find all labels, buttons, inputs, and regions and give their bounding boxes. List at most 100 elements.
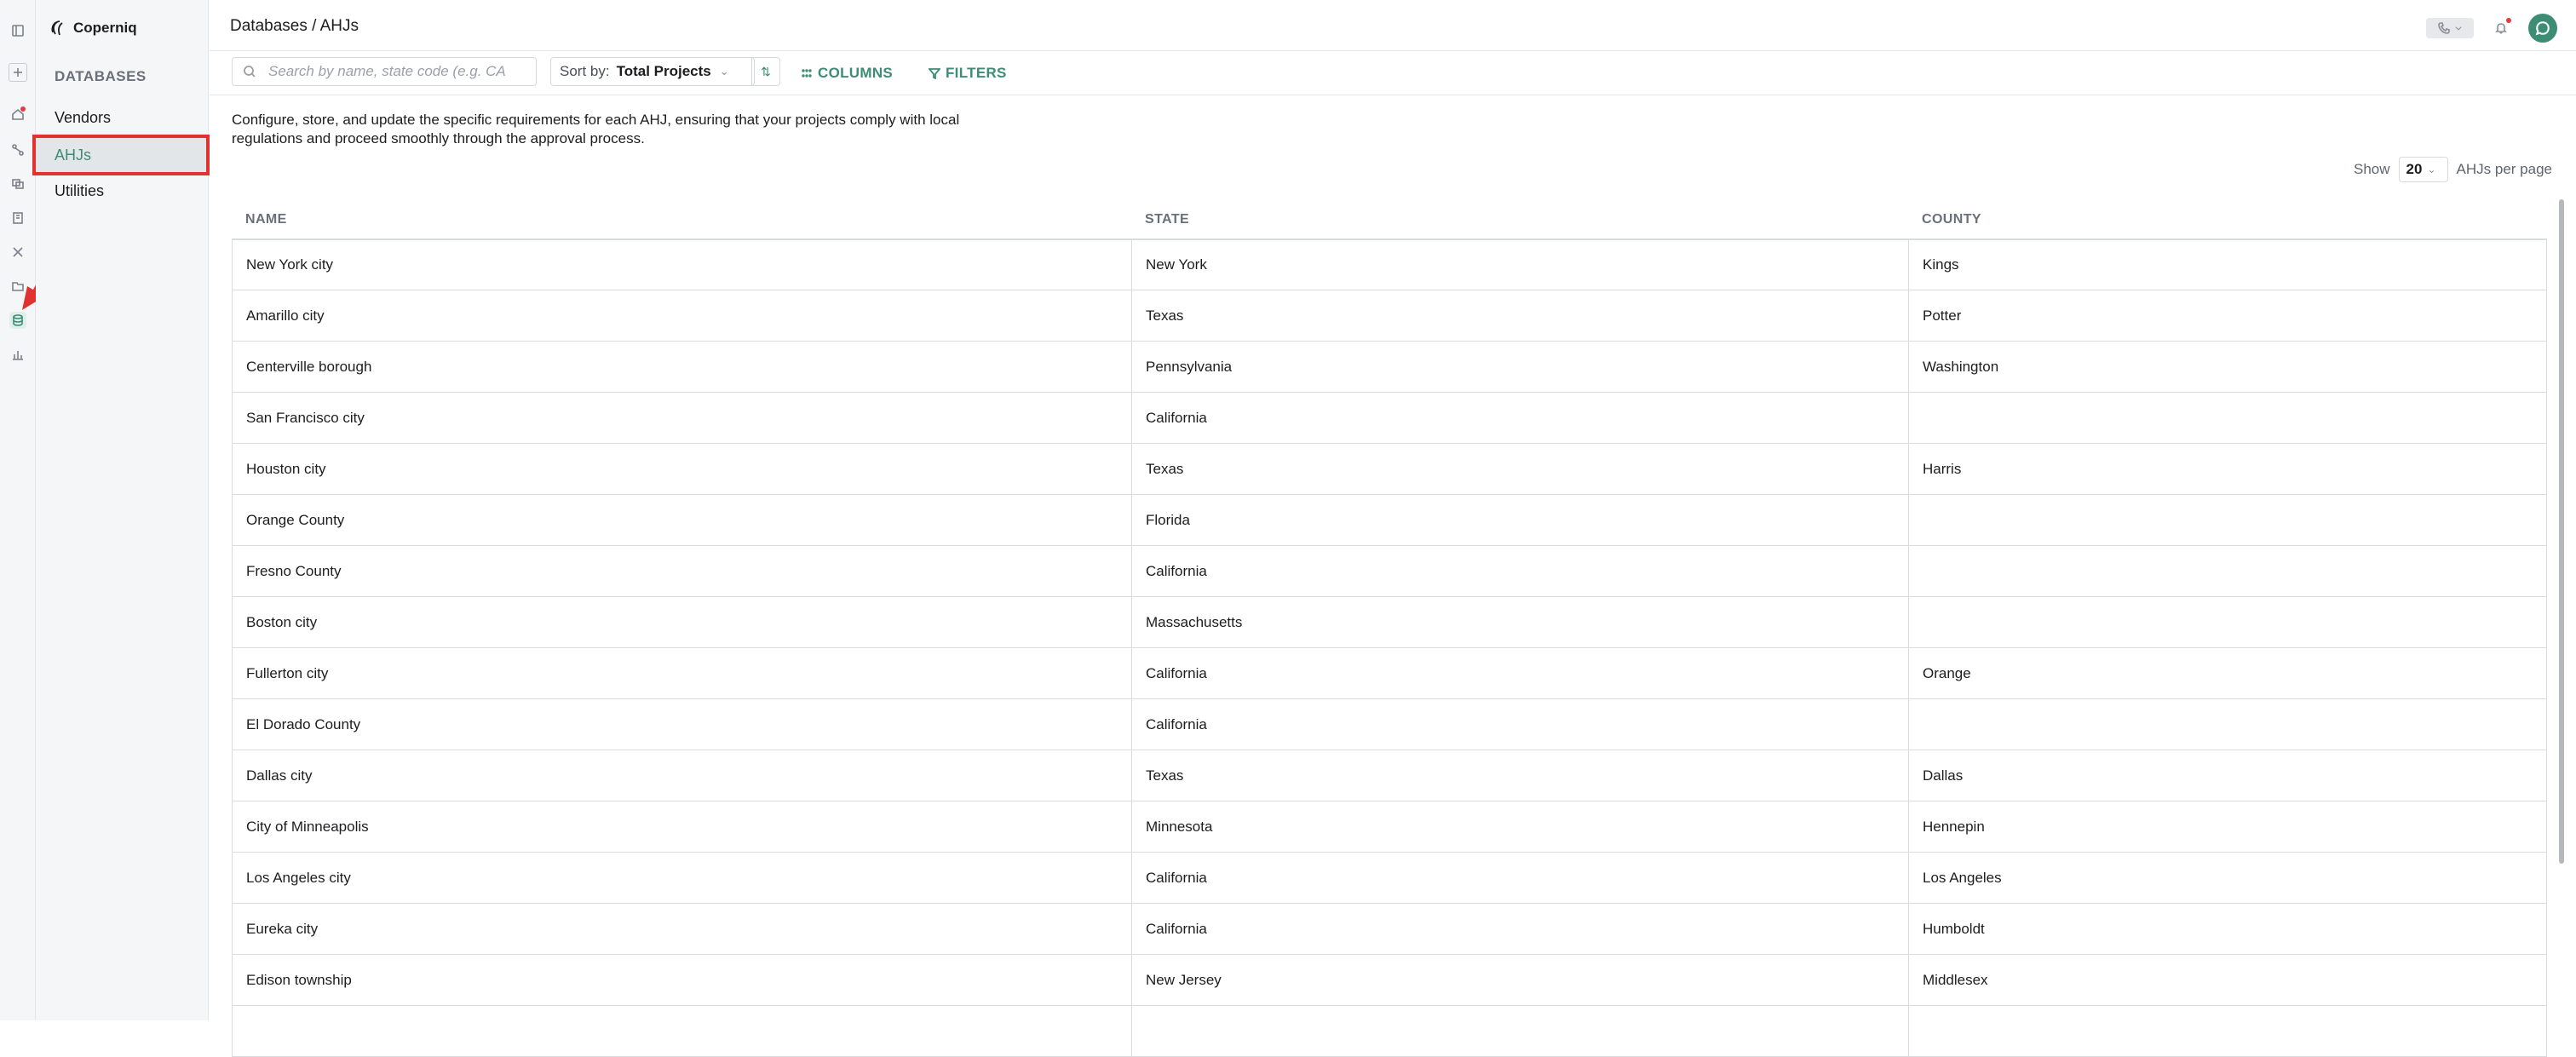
collapse-sidebar-icon[interactable]: [9, 22, 26, 39]
pagination-control: Show 20 ⌄ AHJs per page: [2354, 157, 2552, 182]
filters-button[interactable]: FILTERS: [929, 65, 1007, 82]
cell-state: California: [1132, 393, 1909, 443]
cell-name: Amarillo city: [233, 290, 1132, 341]
sort-label: Sort by:: [560, 63, 610, 79]
search-icon: [244, 66, 256, 78]
cell-name: Fullerton city: [233, 648, 1132, 698]
filter-icon: [929, 68, 940, 79]
app-name: Coperniq: [73, 20, 137, 36]
table-row[interactable]: Los Angeles city California Los Angeles: [232, 853, 2547, 904]
cell-state: Minnesota: [1132, 801, 1909, 852]
table-row[interactable]: El Dorado County California: [232, 699, 2547, 750]
add-icon[interactable]: [9, 63, 27, 82]
logo-icon: [51, 20, 63, 36]
avatar[interactable]: [2528, 14, 2557, 43]
table-row[interactable]: Orange County Florida: [232, 495, 2547, 546]
cell-county: [1909, 495, 2546, 545]
home-icon[interactable]: [9, 106, 26, 123]
building-icon[interactable]: [9, 210, 26, 227]
cell-name: Fresno County: [233, 546, 1132, 596]
cell-state: Florida: [1132, 495, 1909, 545]
sort-direction-button[interactable]: ⇅: [751, 57, 780, 86]
search-input[interactable]: [267, 62, 531, 81]
table-row[interactable]: Eureka city California Humboldt: [232, 904, 2547, 955]
table-row[interactable]: San Francisco city California: [232, 393, 2547, 444]
show-label: Show: [2354, 161, 2390, 177]
cell-county: [1909, 699, 2546, 750]
phone-menu-button[interactable]: [2426, 18, 2474, 38]
cell-state: Pennsylvania: [1132, 342, 1909, 392]
table-row[interactable]: Fullerton city California Orange: [232, 648, 2547, 699]
cell-county: [1909, 1006, 2546, 1056]
projects-icon[interactable]: [9, 175, 26, 192]
columns-button[interactable]: COLUMNS: [801, 65, 893, 82]
search-box: [232, 57, 537, 86]
sidebar-item-utilities[interactable]: Utilities: [55, 182, 104, 200]
cell-county: [1909, 546, 2546, 596]
cell-county: Potter: [1923, 307, 1962, 324]
cell-name: Boston city: [233, 597, 1132, 647]
cell-name: [233, 1006, 1132, 1056]
cell-state: California: [1132, 904, 1909, 954]
cell-state: Texas: [1132, 290, 1909, 341]
cell-name: Los Angeles city: [233, 853, 1132, 903]
column-header-county[interactable]: COUNTY: [1908, 201, 2547, 238]
scrollbar[interactable]: [2559, 199, 2564, 864]
notifications-button[interactable]: [2493, 18, 2511, 37]
cell-county: Los Angeles: [1923, 869, 2002, 886]
chevron-down-icon: ⌄: [2427, 164, 2436, 175]
cell-name: New York city: [233, 240, 1132, 290]
sidebar-heading: DATABASES: [55, 68, 147, 84]
workflow-icon[interactable]: [9, 141, 26, 158]
table-row[interactable]: Fresno County California: [232, 546, 2547, 597]
notification-dot: [2506, 18, 2511, 23]
cell-state: California: [1132, 648, 1909, 698]
table-row[interactable]: Boston city Massachusetts: [232, 597, 2547, 648]
highlight-box: [32, 135, 210, 175]
filters-label: FILTERS: [946, 65, 1007, 81]
table-row[interactable]: Houston city Texas Harris: [232, 444, 2547, 495]
table-row[interactable]: City of Minneapolis Minnesota Hennepin: [232, 801, 2547, 853]
page-description: Configure, store, and update the specifi…: [232, 112, 960, 146]
table-row[interactable]: Amarillo city Texas Potter: [232, 290, 2547, 342]
per-page-select[interactable]: 20 ⌄: [2398, 157, 2448, 182]
cell-county: [1909, 393, 2546, 443]
columns-label: COLUMNS: [818, 65, 894, 81]
cell-state: New York: [1132, 240, 1909, 290]
cell-name: Eureka city: [233, 904, 1132, 954]
cell-state: Massachusetts: [1132, 597, 1909, 647]
cell-county: Harris: [1923, 460, 1962, 477]
cell-name: San Francisco city: [233, 393, 1132, 443]
sort-value: Total Projects: [616, 63, 711, 79]
cell-county: Kings: [1923, 256, 1959, 273]
sort-direction-icon: ⇅: [761, 64, 771, 78]
icon-rail: [0, 0, 36, 1020]
bell-icon: [2495, 23, 2507, 34]
table-row[interactable]: Centerville borough Pennsylvania Washingto…: [232, 342, 2547, 393]
table-row[interactable]: [232, 1006, 2547, 1057]
cell-county: Middlesex: [1923, 971, 1988, 988]
per-page-suffix: AHJs per page: [2456, 161, 2552, 177]
table-row[interactable]: New York city New York Kings: [232, 239, 2547, 290]
sort-dropdown[interactable]: Sort by: Total Projects ⌄: [550, 57, 755, 86]
brand[interactable]: Coperniq: [48, 19, 137, 37]
cell-state: California: [1132, 699, 1909, 750]
cell-state: California: [1132, 853, 1909, 903]
per-page-value: 20: [2406, 161, 2423, 177]
cell-name: Houston city: [233, 444, 1132, 494]
table-row[interactable]: Edison township New Jersey Middlesex: [232, 955, 2547, 1006]
column-header-state[interactable]: STATE: [1131, 201, 1908, 238]
sidebar-item-vendors[interactable]: Vendors: [55, 109, 111, 127]
table-row[interactable]: Dallas city Texas Dallas: [232, 750, 2547, 801]
cell-state: California: [1132, 546, 1909, 596]
chat-icon: [2535, 21, 2550, 36]
header: Databases / AHJs: [210, 0, 2576, 51]
cell-state: [1132, 1006, 1909, 1056]
chevron-down-icon: ⌄: [719, 65, 729, 78]
analytics-icon[interactable]: [9, 346, 26, 363]
cell-state: New Jersey: [1132, 955, 1909, 1005]
cell-county: [1909, 597, 2546, 647]
cell-county: Orange: [1923, 664, 1971, 681]
cell-state: Texas: [1132, 444, 1909, 494]
column-header-name[interactable]: NAME: [232, 201, 1131, 238]
